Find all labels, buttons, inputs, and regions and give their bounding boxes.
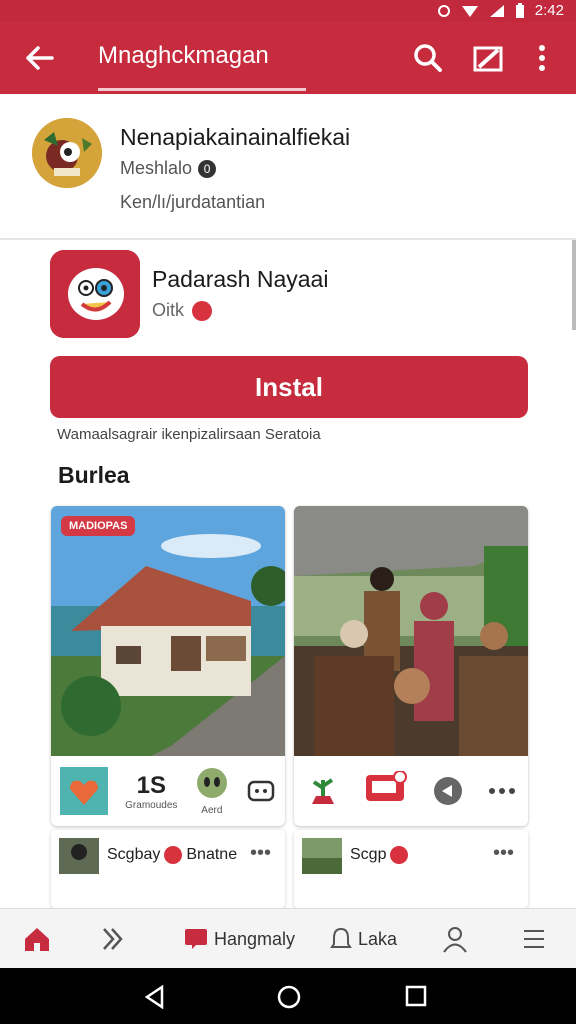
- nav-menu[interactable]: [522, 923, 546, 955]
- page-title: Mnaghckmagan: [98, 42, 269, 69]
- app-name: Padarash Nayaai: [152, 266, 329, 292]
- badge-icon: [390, 846, 409, 864]
- count-value: 1S: [136, 771, 166, 799]
- list-item[interactable]: Scgp •••: [294, 830, 528, 908]
- tile-badge: MADIOPAS: [61, 516, 136, 536]
- back-triangle-icon[interactable]: [142, 984, 168, 1010]
- app-meta: Oitk: [152, 300, 213, 321]
- more-horiz-icon[interactable]: [488, 786, 516, 796]
- section-title: Burlea: [58, 462, 130, 488]
- tile-actions: [294, 756, 528, 826]
- arrow-left-icon: [26, 46, 54, 70]
- app-meta-text: Oitk: [152, 300, 185, 320]
- game-controller-icon[interactable]: [246, 776, 276, 806]
- list-item-title: Scgp: [350, 846, 387, 863]
- more-button[interactable]: [528, 40, 556, 76]
- more-vert-icon: [539, 45, 545, 71]
- verified-badge: 0: [198, 159, 217, 178]
- post-tile[interactable]: [294, 506, 528, 826]
- alien-icon[interactable]: [195, 766, 229, 800]
- tile-actions: 1S Gramoudes Aerd: [51, 756, 285, 826]
- install-button[interactable]: Instal: [50, 356, 528, 418]
- sync-icon: [437, 4, 450, 17]
- developer-link[interactable]: Ken/lı/jurdatantian: [120, 192, 265, 213]
- nav-notifications[interactable]: Laka: [330, 923, 397, 955]
- list-item-label: Scgp: [350, 846, 409, 864]
- signal-icon: [489, 4, 504, 17]
- menu-icon: [524, 930, 544, 948]
- developer-subtitle: Meshlalo 0: [120, 158, 217, 179]
- nav-home[interactable]: [22, 923, 52, 955]
- install-note: Wamaalsagrair ikenpizalirsaan Seratoia: [57, 426, 321, 443]
- post-tile[interactable]: MADIOPAS 1S Gramoudes Aerd: [51, 506, 285, 826]
- person-icon: [443, 927, 467, 953]
- app-icon: [50, 250, 140, 338]
- back-button[interactable]: [20, 38, 60, 78]
- family-photo: [294, 506, 528, 756]
- refresh-icon[interactable]: [432, 775, 464, 807]
- system-nav-bar: [0, 968, 576, 1024]
- double-chevron-icon: [103, 928, 123, 950]
- bell-icon: [330, 927, 352, 948]
- status-time: 2:42: [534, 2, 564, 19]
- rating-badge-icon: [192, 300, 213, 321]
- nav-profile[interactable]: [442, 923, 468, 955]
- bottom-nav: Hangmaly Laka: [0, 908, 576, 968]
- list-item[interactable]: Scgbay Bnatne •••: [51, 830, 285, 908]
- recents-square-icon[interactable]: [404, 984, 428, 1008]
- alien-block: Aerd: [195, 766, 229, 816]
- plant-icon[interactable]: [306, 774, 340, 808]
- badge-icon: [164, 846, 183, 864]
- chat-icon: [185, 929, 207, 949]
- nav-label: Laka: [358, 928, 398, 949]
- gift-app-icon[interactable]: [364, 771, 408, 811]
- nav-messages[interactable]: Hangmaly: [184, 923, 295, 955]
- nav-forward[interactable]: [100, 923, 126, 955]
- home-circle-icon[interactable]: [276, 984, 302, 1010]
- thumbnail: [302, 838, 342, 874]
- house-photo: [51, 506, 285, 756]
- developer-card[interactable]: Nenapiakainainalfiekai Meshlalo 0 Ken/lı…: [0, 96, 576, 240]
- app-bar: Mnaghckmagan: [0, 22, 576, 94]
- wifi-icon: [461, 5, 478, 17]
- heart-app-icon[interactable]: [59, 767, 108, 815]
- edit-icon: [473, 46, 503, 72]
- developer-subtitle-text: Meshlalo: [120, 158, 193, 178]
- more-horiz-icon[interactable]: •••: [250, 842, 271, 865]
- count-caption: Gramoudes: [125, 799, 178, 811]
- search-icon: [414, 44, 442, 72]
- home-icon: [25, 928, 49, 951]
- battery-icon: [515, 2, 524, 18]
- edit-button[interactable]: [470, 40, 506, 76]
- status-bar: 2:42: [0, 0, 576, 22]
- title-underline: [98, 88, 306, 91]
- thumbnail: [59, 838, 99, 874]
- search-button[interactable]: [410, 40, 446, 76]
- scrollbar[interactable]: [572, 240, 576, 330]
- nav-label: Hangmaly: [214, 928, 296, 949]
- developer-avatar: [32, 118, 102, 188]
- list-item-title: Scgbay: [107, 846, 161, 863]
- list-item-label: Scgbay Bnatne: [107, 846, 237, 864]
- developer-name: Nenapiakainainalfiekai: [120, 124, 351, 150]
- more-horiz-icon[interactable]: •••: [493, 842, 514, 865]
- alien-caption: Aerd: [201, 805, 223, 816]
- count-block: 1S Gramoudes: [125, 772, 177, 811]
- list-item-subtitle: Bnatne: [186, 846, 238, 863]
